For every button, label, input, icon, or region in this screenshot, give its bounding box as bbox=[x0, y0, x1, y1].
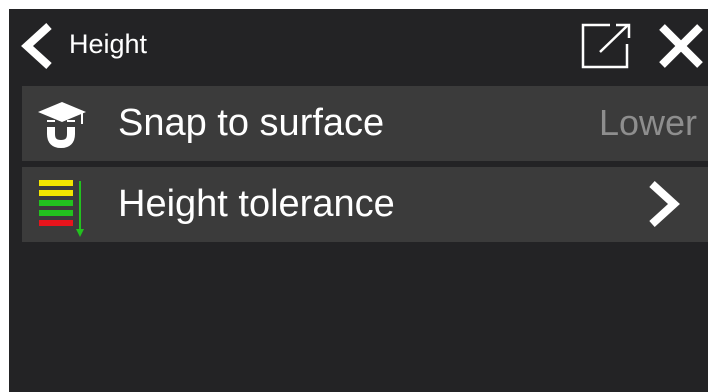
snap-to-surface-row[interactable]: Snap to surface Lower bbox=[22, 86, 708, 161]
mortarboard-magnet-icon bbox=[36, 98, 86, 149]
height-levels-icon bbox=[36, 179, 86, 237]
height-tolerance-label: Height tolerance bbox=[118, 183, 395, 225]
panel-header: Height bbox=[9, 9, 708, 81]
height-panel: Height Snap to surface Lower Height tole… bbox=[9, 9, 708, 392]
height-tolerance-row[interactable]: Height tolerance bbox=[22, 167, 708, 242]
close-icon bbox=[659, 24, 703, 68]
snap-to-surface-label: Snap to surface bbox=[118, 102, 385, 144]
open-external-icon bbox=[581, 23, 631, 69]
close-button[interactable] bbox=[654, 23, 708, 69]
panel-title: Height bbox=[69, 29, 148, 59]
back-button[interactable] bbox=[17, 23, 57, 69]
chevron-left-icon bbox=[21, 23, 52, 69]
chevron-right-icon bbox=[646, 181, 682, 227]
popout-button[interactable] bbox=[580, 22, 632, 70]
snap-to-surface-value: Lower bbox=[598, 102, 697, 143]
